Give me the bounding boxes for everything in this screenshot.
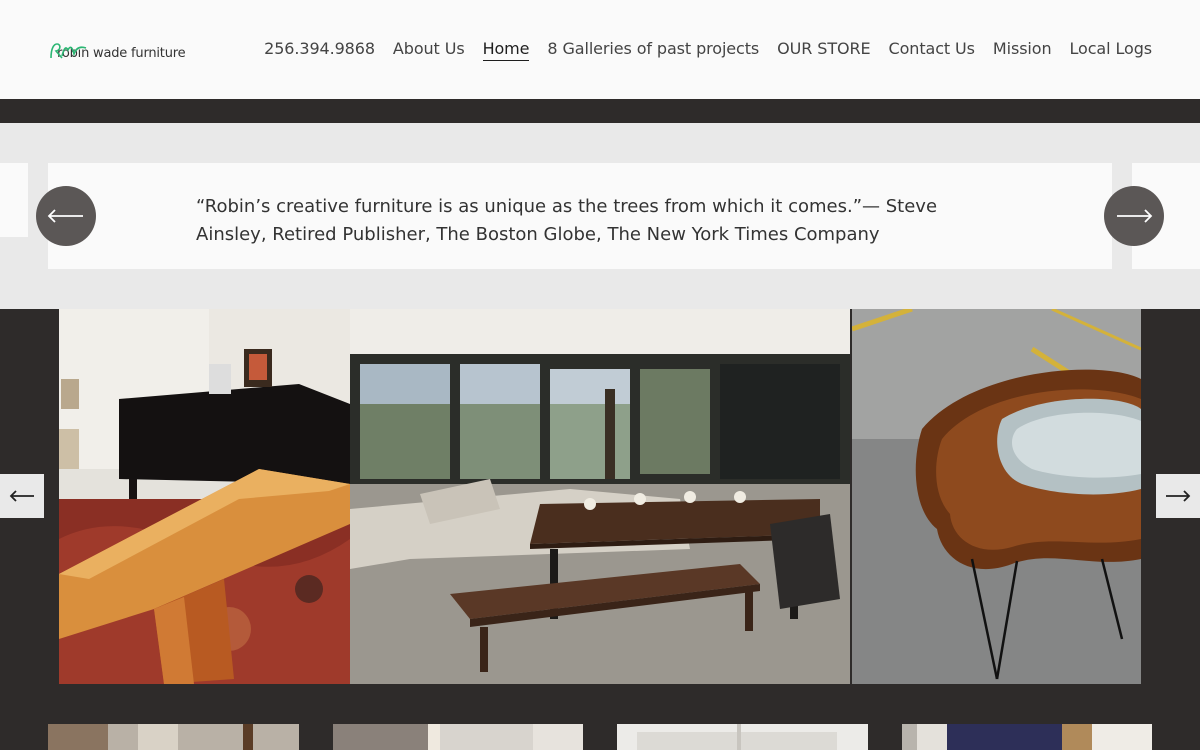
gallery-thumbnail[interactable] bbox=[333, 724, 583, 750]
arrow-left-icon bbox=[9, 490, 34, 502]
site-logo[interactable]: robin wade furniture bbox=[48, 40, 186, 62]
nav-about-us[interactable]: About Us bbox=[393, 38, 465, 61]
dining-room-table-photo[interactable] bbox=[350, 309, 850, 684]
gallery-thumbnails bbox=[0, 684, 1200, 750]
previous-testimonial-card bbox=[0, 163, 28, 237]
gallery-prev-button[interactable] bbox=[0, 474, 44, 518]
testimonial-next-button[interactable] bbox=[1104, 186, 1164, 246]
nav-home[interactable]: Home bbox=[482, 38, 530, 61]
header-divider-strip bbox=[0, 99, 1200, 123]
testimonial-card: “Robin’s creative furniture is as unique… bbox=[48, 163, 1112, 269]
nav-our-store[interactable]: OUR STORE bbox=[777, 38, 870, 61]
gallery-thumbnail[interactable] bbox=[617, 724, 868, 750]
testimonial-slider: “Robin’s creative furniture is as unique… bbox=[0, 123, 1200, 309]
photo-gallery bbox=[0, 309, 1200, 684]
arrow-right-icon bbox=[1117, 209, 1153, 223]
gallery-thumbnail[interactable] bbox=[48, 724, 299, 750]
arrow-left-icon bbox=[47, 209, 83, 223]
gallery-thumbnail[interactable] bbox=[902, 724, 1152, 750]
river-glass-table-photo[interactable] bbox=[852, 309, 1141, 684]
testimonial-quote: “Robin’s creative furniture is as unique… bbox=[196, 196, 938, 245]
main-nav: 256.394.9868 About Us Home 8 Galleries o… bbox=[264, 38, 1152, 61]
logo-mark-icon bbox=[48, 40, 87, 62]
nav-phone[interactable]: 256.394.9868 bbox=[264, 38, 375, 61]
nav-contact-us[interactable]: Contact Us bbox=[889, 38, 975, 61]
gallery-next-button[interactable] bbox=[1156, 474, 1200, 518]
arrow-right-icon bbox=[1166, 490, 1191, 502]
testimonial-prev-button[interactable] bbox=[36, 186, 96, 246]
live-edge-bench-photo[interactable] bbox=[59, 309, 350, 684]
nav-mission[interactable]: Mission bbox=[993, 38, 1052, 61]
site-header: robin wade furniture 256.394.9868 About … bbox=[0, 0, 1200, 99]
nav-galleries[interactable]: 8 Galleries of past projects bbox=[547, 38, 759, 61]
nav-local-logs[interactable]: Local Logs bbox=[1070, 38, 1153, 61]
